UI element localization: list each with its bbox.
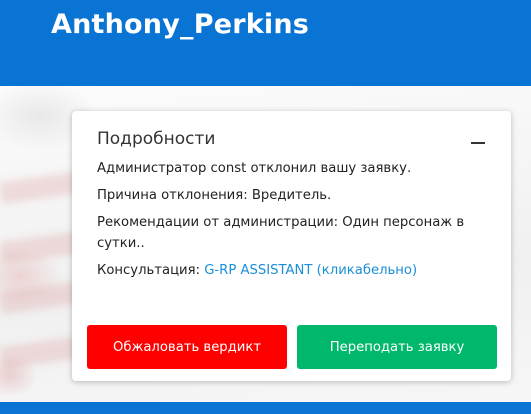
consultation-line: Консультация: G-RP ASSISTANT (кликабельн… xyxy=(97,260,497,281)
admin-recommendation: Рекомендации от администрации: Один перс… xyxy=(97,215,465,251)
rejection-message: Администратор const отклонил вашу заявку… xyxy=(97,161,412,176)
details-card: Подробности Администратор const отклонил… xyxy=(72,111,511,381)
minus-icon[interactable] xyxy=(471,136,485,150)
footer-bar xyxy=(0,402,531,414)
appeal-verdict-button[interactable]: Обжаловать вердикт xyxy=(87,325,287,369)
header-bar: Anthony_Perkins xyxy=(0,0,531,86)
card-title: Подробности xyxy=(97,129,216,149)
consultation-link[interactable]: G-RP ASSISTANT (кликабельно) xyxy=(204,263,417,278)
consultation-label: Консультация: xyxy=(97,263,205,278)
resubmit-application-button[interactable]: Переподать заявку xyxy=(297,325,497,369)
card-body: Администратор const отклонил вашу заявку… xyxy=(97,158,497,287)
rejection-reason: Причина отклонения: Вредитель. xyxy=(97,188,332,203)
player-name-title: Anthony_Perkins xyxy=(51,9,310,40)
